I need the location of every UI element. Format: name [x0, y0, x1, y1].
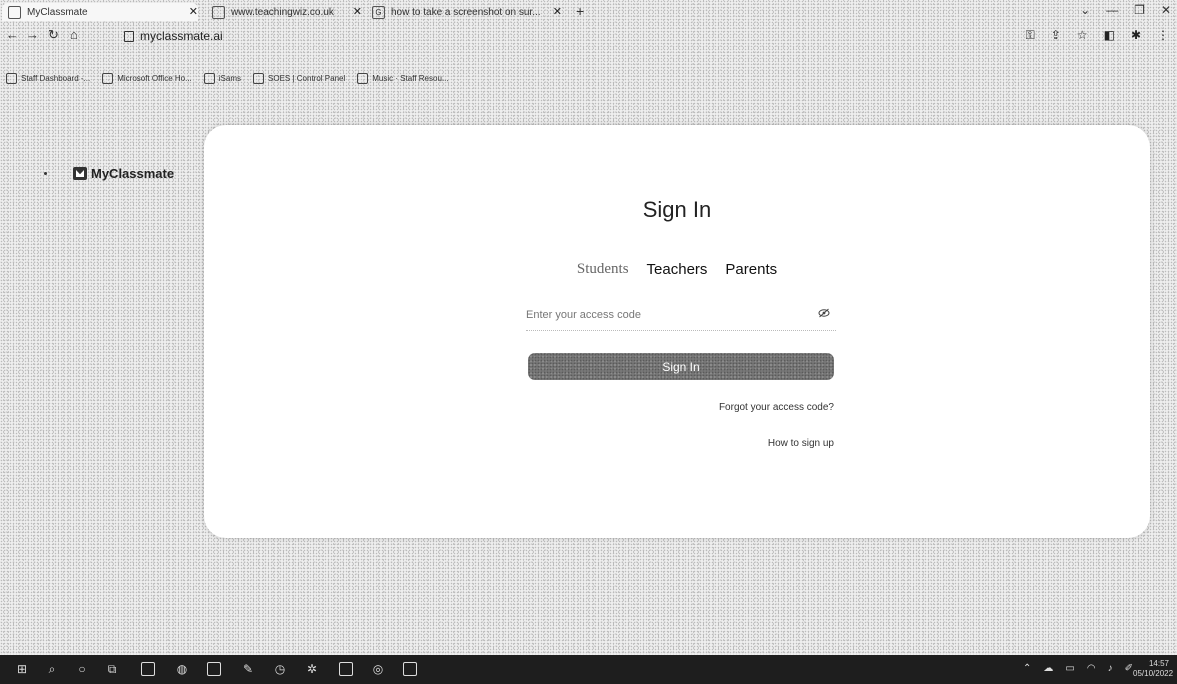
forgot-access-code-link[interactable]: Forgot your access code?	[719, 402, 834, 413]
search-icon[interactable]: ⌕	[44, 661, 60, 677]
brand-name: MyClassmate	[91, 166, 175, 181]
address-bar[interactable]: myclassmate.ai	[124, 29, 223, 43]
tab-title: www.teachingwiz.co.uk	[231, 6, 334, 18]
close-tab-icon[interactable]: ✕	[553, 5, 562, 18]
pen-icon[interactable]: ✐	[1125, 663, 1133, 674]
bookmark-microsoft-office[interactable]: Microsoft Office Ho...	[102, 72, 192, 84]
url-text: myclassmate.ai	[140, 29, 223, 43]
bookmark-label: Staff Dashboard -...	[21, 73, 91, 83]
bookmark-label: Music · Staff Resou...	[372, 73, 449, 83]
chevron-down-icon[interactable]: ⌄	[1080, 3, 1090, 17]
reload-icon[interactable]: ↻	[48, 27, 59, 43]
tab-parents[interactable]: Parents	[725, 261, 777, 278]
how-to-sign-up-link[interactable]: How to sign up	[768, 438, 834, 449]
tab-title: how to take a screenshot on sur...	[391, 6, 541, 18]
windows-taskbar: ⊞ ⌕ ○ ⧉ ◍ ✎ ◷ ✲ ◎ ⌃ ☁ ▭ ◠ ♪ ✐ 14:57 05/1…	[0, 655, 1177, 684]
tab-google-search[interactable]: G how to take a screenshot on sur... ✕	[372, 3, 562, 21]
brand-logo[interactable]: MyClassmate	[44, 166, 174, 181]
word-icon[interactable]	[402, 661, 418, 677]
role-tabs: Students Teachers Parents	[204, 261, 1150, 278]
restore-icon[interactable]: ❐	[1134, 3, 1145, 17]
system-tray: ⌃ ☁ ▭ ◠ ♪ ✐	[1023, 663, 1133, 674]
chevron-up-icon[interactable]: ⌃	[1023, 663, 1031, 674]
office-icon	[102, 72, 114, 84]
close-tab-icon[interactable]: ✕	[189, 5, 198, 18]
tab-teachingwiz[interactable]: www.teachingwiz.co.uk ✕	[212, 3, 362, 21]
outlook-icon[interactable]	[206, 661, 222, 677]
browser-tab-strip: MyClassmate ✕ www.teachingwiz.co.uk ✕ G …	[0, 0, 1177, 22]
star-icon[interactable]: ☆	[1077, 28, 1088, 43]
globe-favicon-icon	[212, 5, 225, 19]
close-tab-icon[interactable]: ✕	[353, 5, 362, 18]
menu-dot-icon	[44, 172, 47, 175]
clock-time: 14:57	[1148, 659, 1169, 668]
excel-icon[interactable]	[338, 661, 354, 677]
myclassmate-favicon-icon	[8, 5, 21, 19]
google-favicon-icon: G	[372, 5, 385, 19]
windows-start-icon[interactable]: ⊞	[14, 661, 30, 677]
file-explorer-icon[interactable]	[140, 661, 156, 677]
menu-icon[interactable]: ⋮	[1157, 28, 1169, 43]
app-icon[interactable]: ✎	[240, 661, 256, 677]
task-view-icon[interactable]: ⧉	[104, 661, 120, 677]
isams-icon	[203, 72, 215, 84]
chrome-icon[interactable]: ◍	[174, 661, 190, 677]
bookmark-music-staff[interactable]: Music · Staff Resou...	[357, 72, 449, 84]
clock-date: 05/10/2022	[1133, 669, 1174, 678]
toolbar-icons: ⚿ ⇪ ☆ ◧ ✱ ⋮	[1026, 28, 1169, 43]
browser-toolbar: ← → ↻ ⌂ myclassmate.ai ⚿ ⇪ ☆ ◧ ✱ ⋮	[0, 24, 1177, 46]
access-code-input[interactable]	[526, 302, 796, 328]
lock-icon[interactable]	[124, 30, 134, 42]
bookmark-icon	[6, 72, 17, 84]
bookmark-label: Microsoft Office Ho...	[117, 73, 192, 83]
close-window-icon[interactable]: ✕	[1161, 3, 1171, 17]
window-controls: ⌄ — ❐ ✕	[1080, 3, 1171, 17]
tab-teachers[interactable]: Teachers	[647, 261, 708, 278]
new-tab-button[interactable]: +	[576, 3, 584, 19]
music-icon	[357, 72, 369, 84]
extensions-icon[interactable]: ✱	[1131, 28, 1141, 43]
volume-icon[interactable]: ♪	[1108, 663, 1113, 674]
bookmarks-bar: Staff Dashboard -... Microsoft Office Ho…	[0, 70, 1177, 86]
cortana-icon[interactable]: ○	[74, 661, 90, 677]
key-icon[interactable]: ⚿	[1026, 28, 1035, 43]
teams-icon[interactable]: ✲	[304, 661, 320, 677]
access-code-field	[526, 302, 836, 331]
tab-myclassmate[interactable]: MyClassmate ✕	[2, 3, 198, 21]
page-title: Sign In	[642, 197, 712, 222]
share-icon[interactable]: ⇪	[1051, 28, 1061, 43]
gear-icon	[253, 72, 265, 84]
minimize-icon[interactable]: —	[1106, 3, 1118, 17]
battery-icon[interactable]: ▭	[1065, 663, 1074, 674]
bookmark-soes-control-panel[interactable]: SOES | Control Panel	[253, 72, 346, 84]
bookmark-label: SOES | Control Panel	[268, 73, 346, 83]
clock-app-icon[interactable]: ◷	[272, 661, 288, 677]
bookmark-staff-dashboard[interactable]: Staff Dashboard -...	[6, 72, 91, 84]
app-tray-icon[interactable]: ☁	[1043, 663, 1053, 674]
back-icon[interactable]: ←	[6, 27, 19, 42]
side-panel-icon[interactable]: ◧	[1104, 28, 1115, 43]
eye-slash-icon[interactable]	[818, 308, 830, 318]
wifi-icon[interactable]: ◠	[1087, 663, 1096, 674]
taskbar-clock[interactable]: 14:57 05/10/2022	[1133, 659, 1174, 679]
edge-icon[interactable]: ◎	[370, 661, 386, 677]
tab-students[interactable]: Students	[577, 261, 629, 278]
signin-button[interactable]: Sign In	[528, 353, 834, 380]
bookmark-isams[interactable]: iSams	[203, 72, 242, 84]
bookmark-label: iSams	[218, 73, 242, 83]
myclassmate-logo-icon	[73, 167, 87, 180]
forward-icon[interactable]: →	[26, 27, 39, 42]
signin-card: Sign In Students Teachers Parents Sign I…	[204, 125, 1150, 538]
tab-title: MyClassmate	[27, 6, 88, 18]
home-icon[interactable]: ⌂	[70, 27, 78, 42]
